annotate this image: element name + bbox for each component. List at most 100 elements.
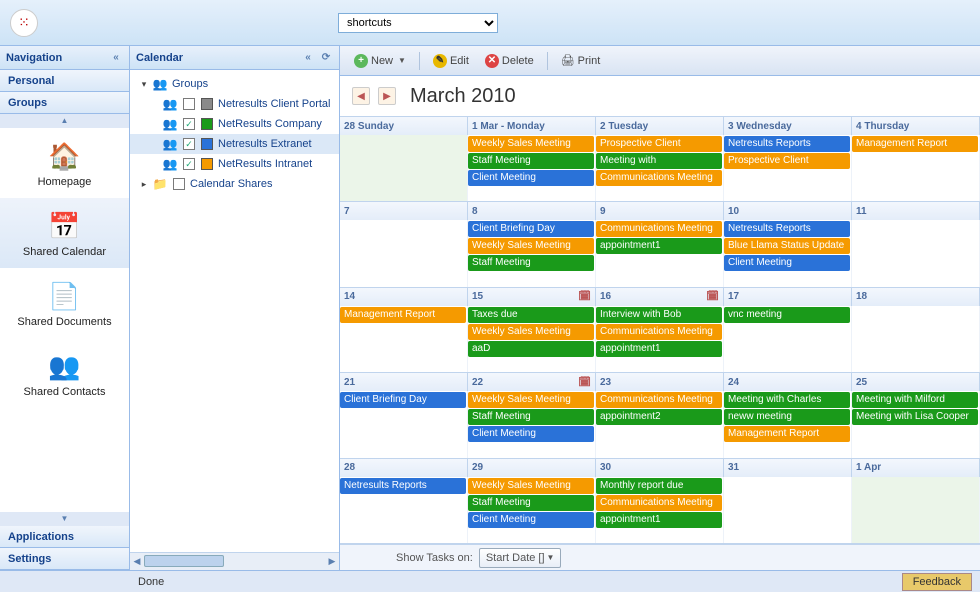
event[interactable]: Staff Meeting <box>468 153 594 169</box>
event[interactable]: appointment1 <box>596 341 722 357</box>
event[interactable]: Communications Meeting <box>596 495 722 511</box>
next-month-button[interactable]: ▶ <box>378 87 396 105</box>
accordion-groups[interactable]: Groups <box>0 92 129 114</box>
prev-month-button[interactable]: ◀ <box>352 87 370 105</box>
day-header[interactable]: 25 <box>852 373 980 391</box>
checkbox[interactable] <box>173 178 185 190</box>
edit-button[interactable]: ✎ Edit <box>427 50 475 72</box>
tree-item[interactable]: 👥 ✓ Netresults Extranet <box>130 134 339 154</box>
tree-refresh-icon[interactable]: ⟳ <box>319 51 333 65</box>
day-header[interactable]: 24 <box>724 373 852 391</box>
scroll-right-icon[interactable]: ▶ <box>325 553 339 570</box>
event[interactable]: Management Report <box>340 307 466 323</box>
tree-scrollbar[interactable]: ◀ ▶ <box>130 552 339 570</box>
event[interactable]: Monthly report due <box>596 478 722 494</box>
scroll-up-icon[interactable]: ▲ <box>0 114 129 128</box>
day-header[interactable]: 21 <box>340 373 468 391</box>
event[interactable]: Interview with Bob <box>596 307 722 323</box>
feedback-button[interactable]: Feedback <box>902 573 972 591</box>
nav-item-homepage[interactable]: 🏠 Homepage <box>0 128 129 198</box>
event[interactable]: Prospective Client <box>724 153 850 169</box>
event[interactable]: Meeting with Milford <box>852 392 978 408</box>
checkbox[interactable]: ✓ <box>183 158 195 170</box>
event[interactable]: Taxes due <box>468 307 594 323</box>
event[interactable]: Client Meeting <box>468 512 594 528</box>
accordion-applications[interactable]: Applications <box>0 526 129 548</box>
event[interactable]: Blue Llama Status Update <box>724 238 850 254</box>
event[interactable]: Meeting with Lisa Cooper <box>852 409 978 425</box>
event[interactable]: Communications Meeting <box>596 324 722 340</box>
day-header[interactable]: 17 <box>724 288 852 306</box>
tree-toggle-icon[interactable]: ▸ <box>138 179 150 190</box>
day-header[interactable]: 8 <box>468 202 596 220</box>
print-button[interactable]: 🖨 Print <box>555 50 607 72</box>
checkbox[interactable]: ✓ <box>183 118 195 130</box>
tree-item[interactable]: 👥 Netresults Client Portal <box>130 94 339 114</box>
start-date-button[interactable]: Start Date [] ▼ <box>479 548 562 568</box>
event[interactable]: Staff Meeting <box>468 255 594 271</box>
event[interactable]: Weekly Sales Meeting <box>468 478 594 494</box>
day-header[interactable]: 3 Wednesday <box>724 117 852 135</box>
event[interactable]: Weekly Sales Meeting <box>468 136 594 152</box>
day-header[interactable]: 10 <box>724 202 852 220</box>
shortcuts-select[interactable]: shortcuts <box>338 13 498 33</box>
event[interactable]: Netresults Reports <box>340 478 466 494</box>
event[interactable]: Netresults Reports <box>724 221 850 237</box>
event[interactable]: Client Briefing Day <box>340 392 466 408</box>
day-header[interactable]: 30 <box>596 459 724 477</box>
event[interactable]: Client Briefing Day <box>468 221 594 237</box>
day-header[interactable]: 7 <box>340 202 468 220</box>
scrollbar-thumb[interactable] <box>144 555 224 567</box>
new-button[interactable]: + New ▼ <box>348 50 412 72</box>
nav-item-shared-calendar[interactable]: 📅 Shared Calendar <box>0 198 129 268</box>
event[interactable]: Management Report <box>852 136 978 152</box>
event[interactable]: Netresults Reports <box>724 136 850 152</box>
day-header[interactable]: 4 Thursday <box>852 117 980 135</box>
day-header[interactable]: 18 <box>852 288 980 306</box>
event[interactable]: Communications Meeting <box>596 170 722 186</box>
event[interactable]: Client Meeting <box>468 426 594 442</box>
day-header[interactable]: 29 <box>468 459 596 477</box>
event[interactable]: Management Report <box>724 426 850 442</box>
accordion-personal[interactable]: Personal <box>0 70 129 92</box>
event[interactable]: Prospective Client <box>596 136 722 152</box>
event[interactable]: Weekly Sales Meeting <box>468 238 594 254</box>
day-header[interactable]: 1 Apr <box>852 459 980 477</box>
day-header[interactable]: 31 <box>724 459 852 477</box>
day-header[interactable]: 28 <box>340 459 468 477</box>
collapse-icon[interactable]: « <box>109 51 123 65</box>
tree-root[interactable]: ▾ 👥 Groups <box>130 74 339 94</box>
tree-collapse-icon[interactable]: « <box>301 51 315 65</box>
event[interactable]: appointment2 <box>596 409 722 425</box>
event[interactable]: Communications Meeting <box>596 221 722 237</box>
day-header[interactable]: 2 Tuesday <box>596 117 724 135</box>
event[interactable]: appointment1 <box>596 512 722 528</box>
event[interactable]: Weekly Sales Meeting <box>468 324 594 340</box>
scroll-down-icon[interactable]: ▼ <box>0 512 129 526</box>
event[interactable]: appointment1 <box>596 238 722 254</box>
event[interactable]: Client Meeting <box>724 255 850 271</box>
day-header[interactable]: 23 <box>596 373 724 391</box>
tree-item[interactable]: 👥 ✓ NetResults Intranet <box>130 154 339 174</box>
day-header[interactable]: 9 <box>596 202 724 220</box>
nav-item-shared-contacts[interactable]: 👥 Shared Contacts <box>0 338 129 408</box>
event[interactable]: Meeting with <box>596 153 722 169</box>
event[interactable]: neww meeting <box>724 409 850 425</box>
checkbox[interactable] <box>183 98 195 110</box>
tree-toggle-icon[interactable]: ▾ <box>138 79 150 90</box>
checkbox[interactable]: ✓ <box>183 138 195 150</box>
event[interactable]: Meeting with Charles <box>724 392 850 408</box>
accordion-settings[interactable]: Settings <box>0 548 129 570</box>
day-header[interactable]: 28 Sunday <box>340 117 468 135</box>
event[interactable]: aaD <box>468 341 594 357</box>
scroll-left-icon[interactable]: ◀ <box>130 553 144 570</box>
event[interactable]: Staff Meeting <box>468 409 594 425</box>
event[interactable]: vnc meeting <box>724 307 850 323</box>
event[interactable]: Client Meeting <box>468 170 594 186</box>
day-header[interactable]: 16🗓 <box>596 288 724 306</box>
day-header[interactable]: 1 Mar - Monday <box>468 117 596 135</box>
day-header[interactable]: 15🗓 <box>468 288 596 306</box>
event[interactable]: Communications Meeting <box>596 392 722 408</box>
tree-shares[interactable]: ▸ 📁 Calendar Shares <box>130 174 339 194</box>
day-header[interactable]: 11 <box>852 202 980 220</box>
